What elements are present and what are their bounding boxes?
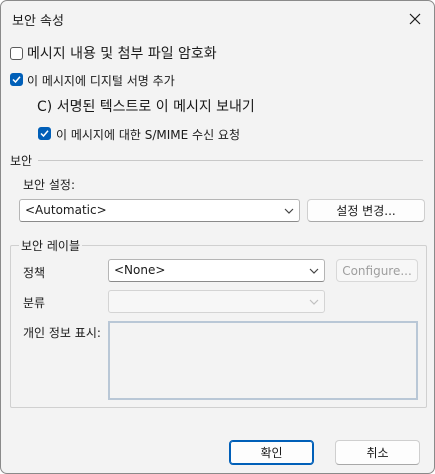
classification-dropdown[interactable] [108, 290, 325, 313]
policy-label: 정책 [23, 266, 46, 280]
security-group-title: 보안 [10, 154, 33, 168]
security-properties-dialog: 보안 속성 메시지 내용 및 첨부 파일 암호화 이 메시지에 디지털 서명 추… [0, 0, 435, 474]
policy-dropdown[interactable]: <None> [108, 259, 325, 282]
chevron-down-icon [309, 299, 319, 305]
security-settings-dropdown[interactable]: <Automatic> [19, 199, 300, 222]
ok-button[interactable]: 확인 [229, 440, 314, 465]
security-settings-value: <Automatic> [25, 203, 107, 217]
policy-value: <None> [114, 263, 166, 277]
send-clear-signed-option[interactable]: C) 서명된 텍스트로 이 메시지 보내기 [37, 96, 255, 116]
classification-label: 분류 [23, 296, 46, 310]
privacy-mark-textarea[interactable] [108, 321, 418, 400]
security-label-group-title: 보안 레이블 [19, 237, 83, 254]
chevron-down-icon [309, 268, 319, 274]
smime-receipt-label: 이 메시지에 대한 S/MIME 수신 요청 [56, 128, 241, 142]
checkmark-icon [40, 130, 49, 138]
chevron-down-icon [284, 208, 294, 214]
close-button[interactable] [401, 7, 429, 31]
digital-signature-checkbox[interactable] [10, 73, 23, 86]
security-settings-label: 보안 설정: [23, 178, 76, 192]
encrypt-checkbox[interactable] [10, 47, 23, 60]
cancel-button[interactable]: 취소 [335, 440, 420, 465]
change-settings-button[interactable]: 설정 변경... [307, 199, 425, 222]
close-icon [409, 13, 421, 25]
digital-signature-label: 이 메시지에 디지털 서명 추가 [27, 74, 175, 88]
configure-button[interactable]: Configure... [336, 259, 418, 282]
smime-receipt-checkbox[interactable] [38, 127, 51, 140]
checkmark-icon [12, 76, 21, 84]
dialog-title: 보안 속성 [12, 14, 64, 29]
security-divider [38, 160, 423, 161]
privacy-mark-label: 개인 정보 표시: [23, 326, 101, 340]
encrypt-label: 메시지 내용 및 첨부 파일 암호화 [27, 46, 217, 62]
title-bar: 보안 속성 [1, 1, 434, 37]
